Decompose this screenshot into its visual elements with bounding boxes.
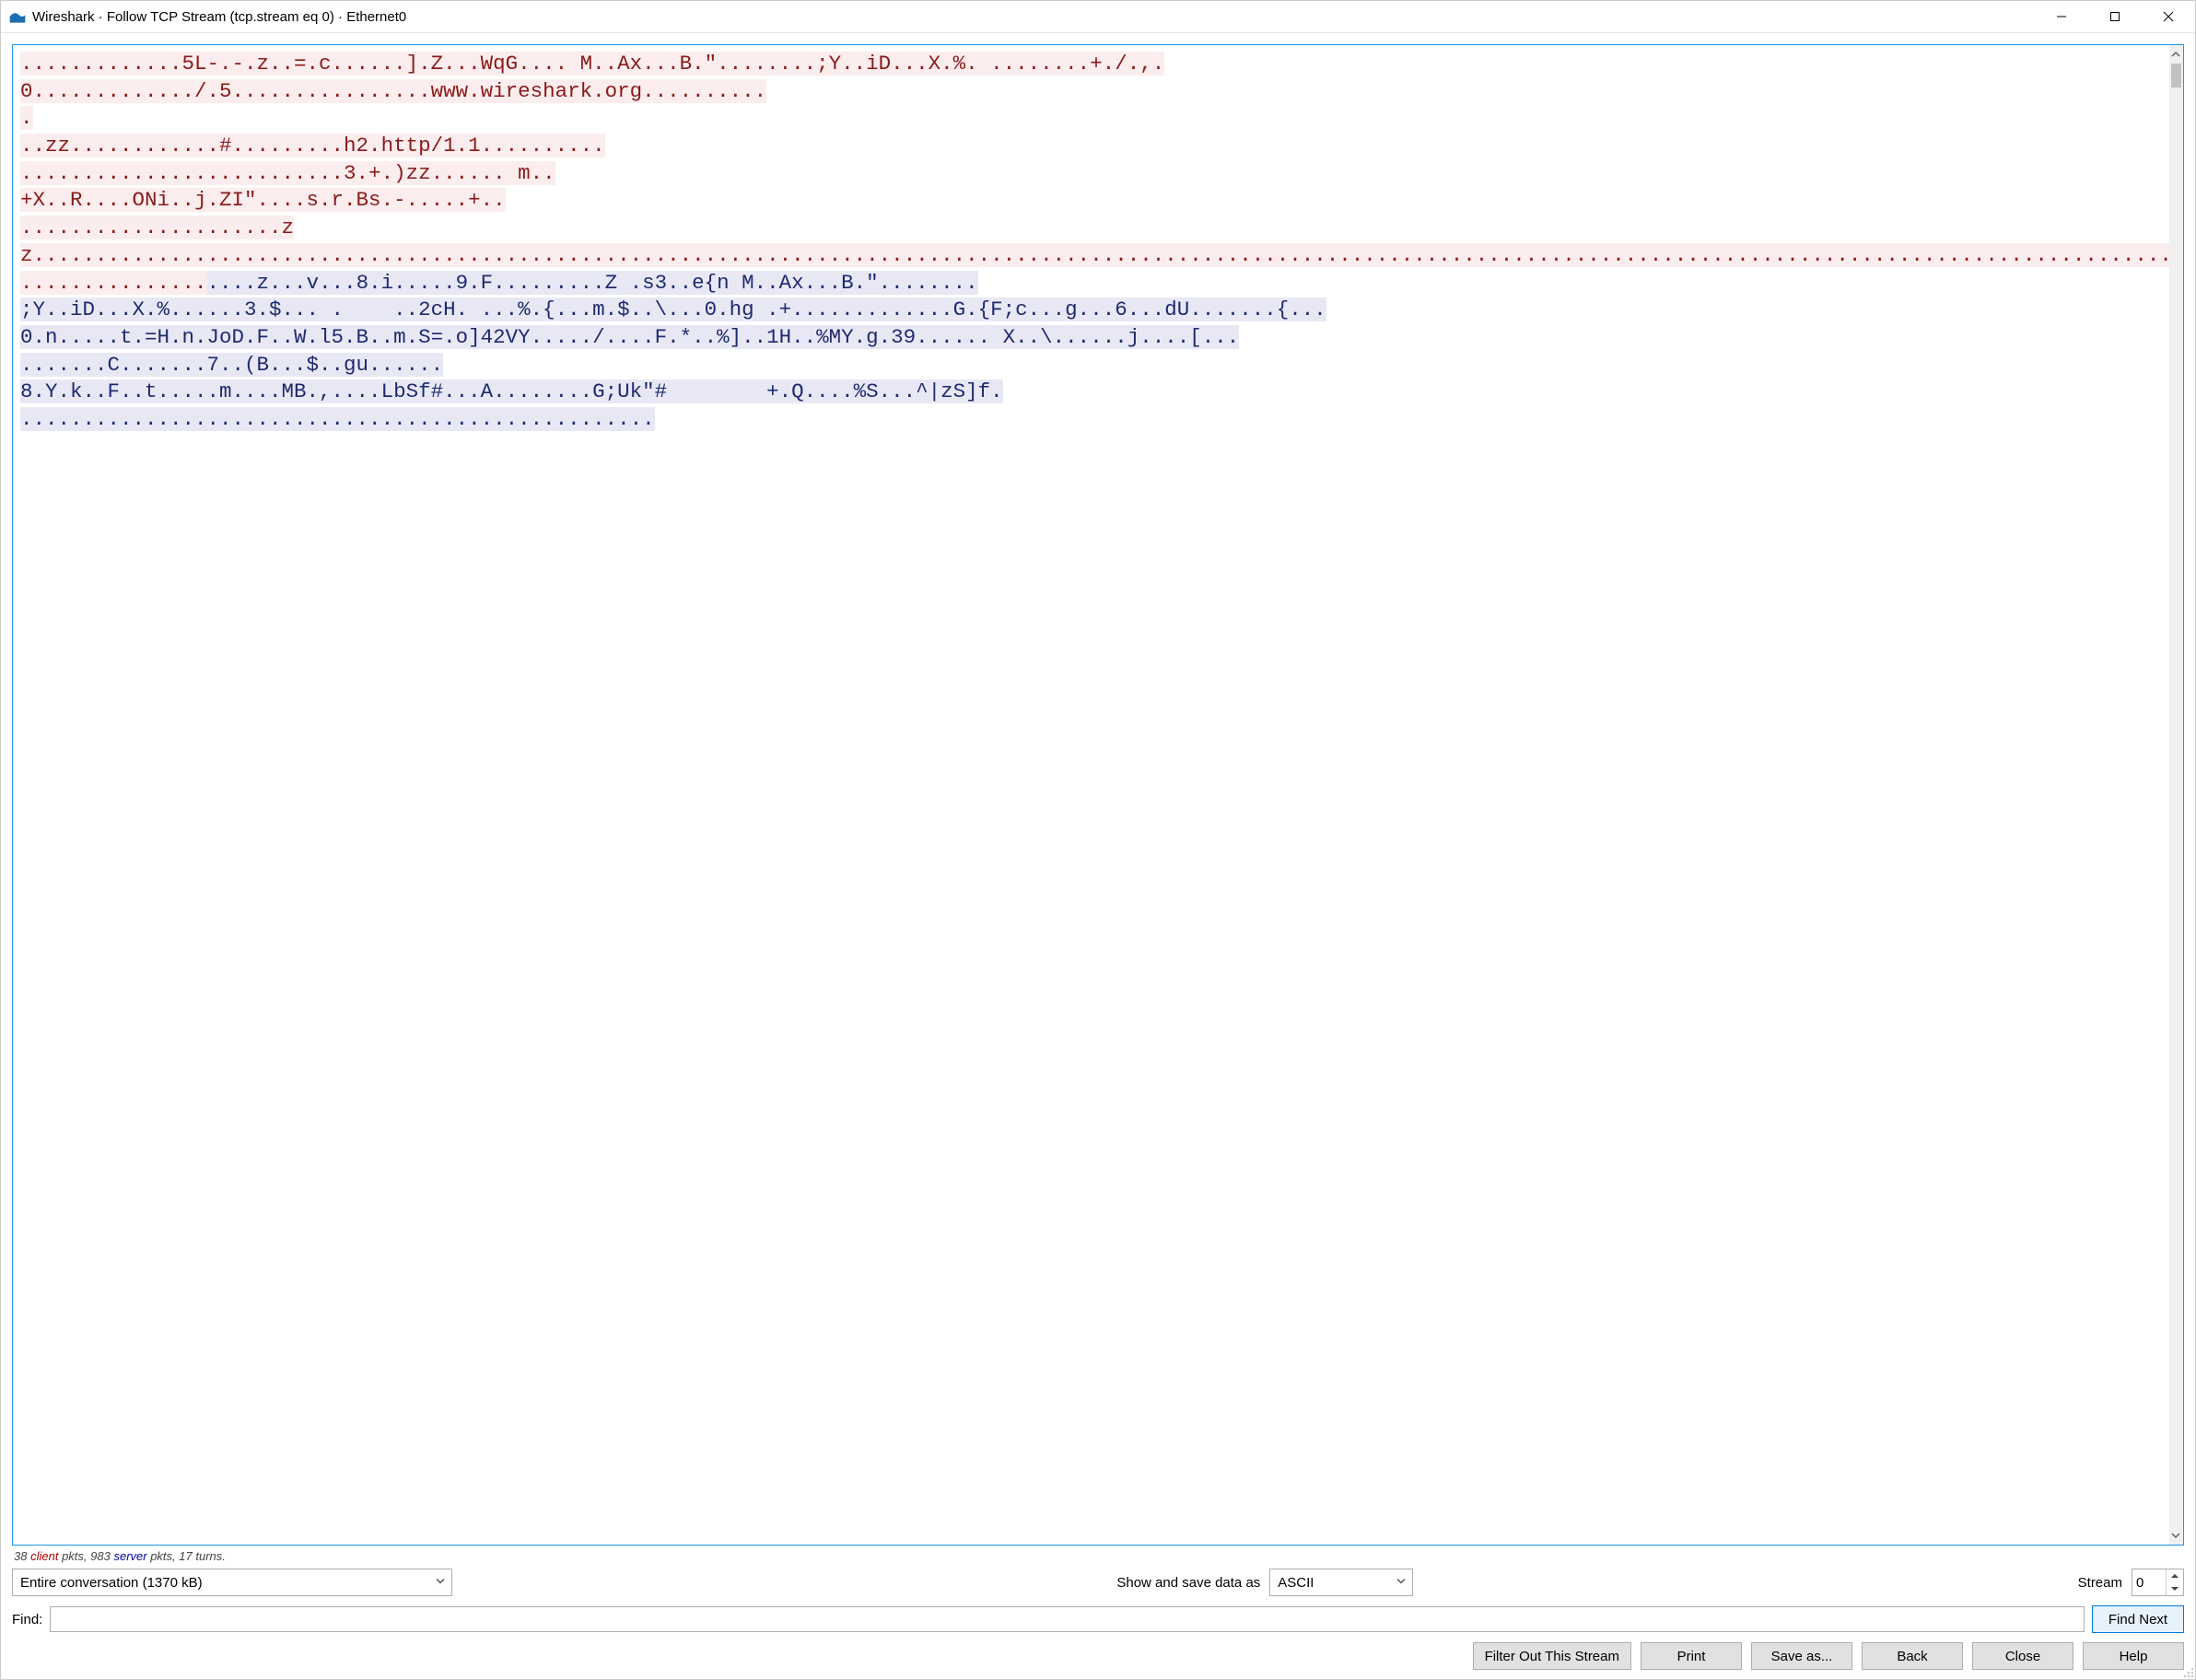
client-segment: .....................zz.................… <box>20 216 2169 267</box>
client-segment: ..........................3.+.)zz...... … <box>20 161 555 185</box>
client-segment: +X..R....ONi..j.ZI"....s.r.Bs.-.....+.. <box>20 188 506 212</box>
client-segment: 0............./.5................www.wir… <box>20 79 766 103</box>
stream-text[interactable]: .............5L-.-.z..=.c......].Z...WqG… <box>13 45 2169 1545</box>
vertical-scrollbar[interactable] <box>2169 45 2183 1545</box>
close-button[interactable]: Close <box>1972 1642 2073 1670</box>
stream-decrement-button[interactable] <box>2167 1582 2183 1595</box>
chevron-down-icon <box>1396 1575 1407 1591</box>
scrollbar-track[interactable] <box>2169 64 2183 1526</box>
find-input[interactable] <box>50 1606 2085 1632</box>
stream-number-input[interactable] <box>2132 1569 2166 1595</box>
scroll-up-arrow-icon[interactable] <box>2169 45 2183 64</box>
find-next-button[interactable]: Find Next <box>2092 1605 2184 1633</box>
show-save-label: Show and save data as <box>1116 1575 1260 1591</box>
print-button[interactable]: Print <box>1641 1642 1742 1670</box>
conversation-select-value: Entire conversation (1370 kB) <box>20 1575 203 1591</box>
resize-grip-icon[interactable] <box>2181 1665 2194 1678</box>
titlebar: Wireshark · Follow TCP Stream (tcp.strea… <box>1 1 2195 33</box>
close-window-button[interactable] <box>2142 1 2195 32</box>
server-segment: ........................................… <box>20 407 655 431</box>
server-segment: 8.Y.k..F..t.....m....MB.,....LbSf#...A..… <box>20 379 1003 403</box>
stream-number-spinbox[interactable] <box>2132 1569 2184 1596</box>
client-segment: . <box>20 106 33 130</box>
server-segment: ....z...v...8.i.....9.F.........Z .s3..e… <box>207 271 978 295</box>
server-segment: 0.n.....t.=H.n.JoD.F..W.l5.B..m.S=.o]42V… <box>20 325 1239 349</box>
conversation-select[interactable]: Entire conversation (1370 kB) <box>12 1569 452 1596</box>
save-as-button[interactable]: Save as... <box>1751 1642 1852 1670</box>
server-segment: ;Y..iD...X.%......3.$... . ..2cH. ...%.{… <box>20 298 1326 321</box>
format-select[interactable]: ASCII <box>1269 1569 1413 1596</box>
format-select-value: ASCII <box>1278 1575 1314 1591</box>
stream-label: Stream <box>2078 1575 2122 1591</box>
server-segment: .......C.......7..(B...$..gu...... <box>20 353 443 377</box>
stream-increment-button[interactable] <box>2167 1569 2183 1582</box>
packet-stats: 38 client pkts, 983 server pkts, 17 turn… <box>12 1546 2184 1569</box>
maximize-button[interactable] <box>2088 1 2142 32</box>
chevron-down-icon <box>435 1575 446 1591</box>
filter-out-stream-button[interactable]: Filter Out This Stream <box>1473 1642 1631 1670</box>
find-label: Find: <box>12 1612 42 1628</box>
back-button[interactable]: Back <box>1862 1642 1963 1670</box>
help-button[interactable]: Help <box>2083 1642 2184 1670</box>
stream-content-box: .............5L-.-.z..=.c......].Z...WqG… <box>12 44 2184 1546</box>
client-segment: .............5L-.-.z..=.c......].Z...WqG… <box>20 52 1164 76</box>
window-title: Wireshark · Follow TCP Stream (tcp.strea… <box>32 9 406 25</box>
client-segment: ..zz............#.........h2.http/1.1...… <box>20 134 605 158</box>
scroll-down-arrow-icon[interactable] <box>2169 1526 2183 1545</box>
client-segment: ............... <box>20 271 207 295</box>
wireshark-icon <box>8 7 27 26</box>
minimize-button[interactable] <box>2035 1 2088 32</box>
scrollbar-thumb[interactable] <box>2171 64 2181 88</box>
